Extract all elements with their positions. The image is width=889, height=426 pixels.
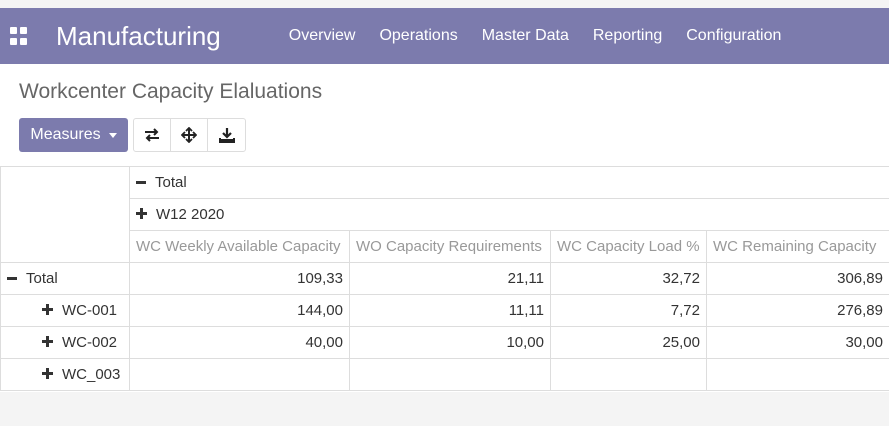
menu-item-operations[interactable]: Operations [379, 27, 457, 45]
table-cell[interactable] [349, 358, 551, 391]
main-menu: Overview Operations Master Data Reportin… [289, 27, 806, 45]
download-button[interactable] [208, 119, 245, 151]
measure-header[interactable]: WC Weekly Available Capacity [129, 230, 350, 263]
row-label: Total [26, 270, 58, 287]
collapse-icon [136, 180, 146, 184]
expand-icon [42, 336, 53, 348]
col-header-total[interactable]: Total [129, 166, 889, 199]
pivot-toolbar [133, 118, 246, 152]
table-row: WC_003 [0, 358, 889, 391]
table-cell[interactable]: 306,89 [706, 262, 889, 295]
row-header-wc-003[interactable]: WC_003 [0, 358, 130, 391]
measures-label: Measures [30, 126, 101, 143]
grid-icon[interactable] [10, 27, 28, 45]
col-header-week-label: W12 2020 [156, 206, 225, 223]
table-cell[interactable]: 7,72 [550, 294, 707, 327]
measure-header[interactable]: WO Capacity Requirements [349, 230, 551, 263]
table-cell[interactable] [550, 358, 707, 391]
expand-icon [42, 304, 53, 316]
table-cell[interactable] [129, 358, 350, 391]
table-cell[interactable]: 144,00 [129, 294, 350, 327]
expand-all-icon [181, 127, 197, 143]
flip-axis-button[interactable] [134, 119, 171, 151]
caret-down-icon [108, 132, 117, 138]
flip-axis-icon [145, 128, 159, 142]
row-header-wc-001[interactable]: WC-001 [0, 294, 130, 327]
table-row: WC-002 40,00 10,00 25,00 30,00 [0, 326, 889, 359]
table-cell[interactable]: 10,00 [349, 326, 551, 359]
menu-item-reporting[interactable]: Reporting [593, 27, 662, 45]
download-icon [218, 128, 235, 143]
col-header-total-label: Total [155, 174, 187, 191]
menu-item-overview[interactable]: Overview [289, 27, 356, 45]
table-cell[interactable]: 109,33 [129, 262, 350, 295]
app-title[interactable]: Manufacturing [56, 21, 221, 52]
measure-header[interactable]: WC Capacity Load % [550, 230, 707, 263]
table-cell[interactable]: 25,00 [550, 326, 707, 359]
measure-header[interactable]: WC Remaining Capacity [706, 230, 889, 263]
table-cell[interactable]: 30,00 [706, 326, 889, 359]
table-cell[interactable]: 21,11 [349, 262, 551, 295]
row-label: WC_003 [62, 366, 121, 383]
control-panel: Workcenter Capacity Elaluations Measures [0, 64, 889, 166]
menu-item-master-data[interactable]: Master Data [482, 27, 569, 45]
table-cell[interactable]: 40,00 [129, 326, 350, 359]
row-header-total[interactable]: Total [0, 262, 130, 295]
measures-button[interactable]: Measures [19, 118, 128, 152]
collapse-icon [7, 276, 17, 280]
row-label: WC-001 [62, 302, 118, 319]
menu-item-configuration[interactable]: Configuration [686, 27, 781, 45]
table-row: Total 109,33 21,11 32,72 306,89 [0, 262, 889, 295]
row-label: WC-002 [62, 334, 118, 351]
table-cell[interactable]: 11,11 [349, 294, 551, 327]
expand-all-button[interactable] [171, 119, 208, 151]
pivot-table: Total W12 2020 WC Weekly Available Capac… [0, 166, 889, 391]
pivot-view: Total W12 2020 WC Weekly Available Capac… [0, 166, 889, 392]
table-row: WC-001 144,00 11,11 7,72 276,89 [0, 294, 889, 327]
pivot-corner [0, 166, 130, 263]
top-navbar: Manufacturing Overview Operations Master… [0, 8, 889, 64]
row-header-wc-002[interactable]: WC-002 [0, 326, 130, 359]
expand-icon [42, 368, 53, 380]
expand-icon [136, 208, 147, 220]
table-cell[interactable] [706, 358, 889, 391]
page-title: Workcenter Capacity Elaluations [19, 80, 323, 103]
col-header-week[interactable]: W12 2020 [129, 198, 889, 231]
table-cell[interactable]: 276,89 [706, 294, 889, 327]
table-cell[interactable]: 32,72 [550, 262, 707, 295]
